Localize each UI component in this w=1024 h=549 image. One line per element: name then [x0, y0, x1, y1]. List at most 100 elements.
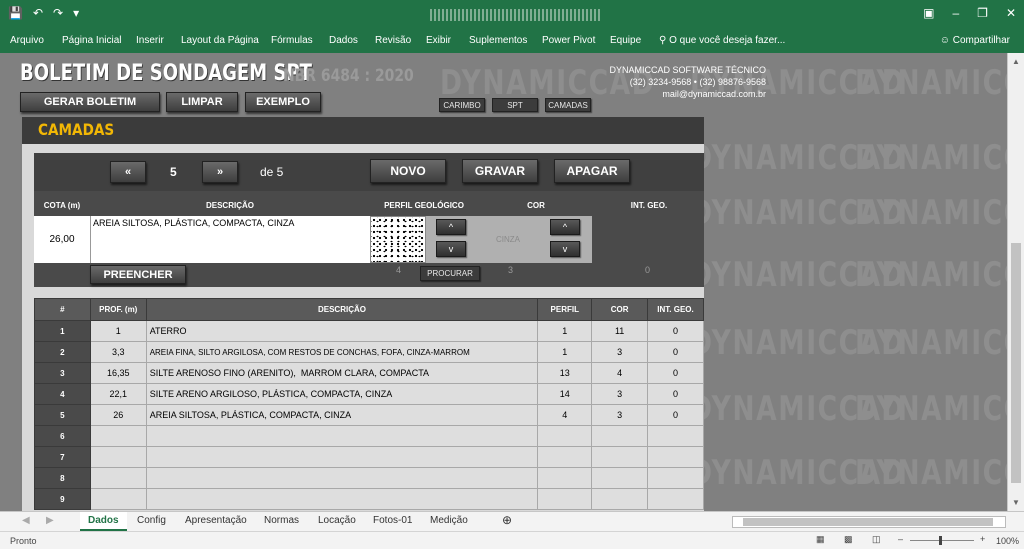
cell-prof[interactable]: 16,35	[89, 362, 147, 384]
int-geo-field[interactable]	[592, 216, 704, 263]
cell-int-geo[interactable]: 0	[647, 404, 704, 426]
cell-descricao[interactable]: ATERRO	[145, 320, 539, 342]
tab-dados[interactable]: Dados	[329, 35, 358, 46]
apagar-button[interactable]: APAGAR	[554, 159, 630, 183]
scroll-down-icon[interactable]: ▼	[1012, 498, 1020, 507]
cell-cor[interactable]: 3	[591, 404, 649, 426]
horizontal-scroll-thumb[interactable]	[743, 518, 993, 526]
carimbo-button[interactable]: CARIMBO	[439, 98, 485, 112]
cell-prof[interactable]: 3,3	[89, 341, 147, 363]
cell-perfil[interactable]: 13	[537, 362, 593, 384]
minimize-icon[interactable]: –	[952, 6, 959, 20]
table-row[interactable]: 1 1 ATERRO 1 11 0	[34, 320, 704, 342]
cell-prof[interactable]: 26	[89, 404, 147, 426]
next-record-button[interactable]: »	[202, 161, 238, 183]
zoom-slider-thumb[interactable]	[939, 536, 942, 545]
cell-descricao[interactable]	[145, 425, 539, 447]
cell-perfil[interactable]: 4	[537, 404, 593, 426]
sheet-tab-locacao[interactable]: Locação	[318, 515, 356, 526]
cell-prof[interactable]	[89, 425, 147, 447]
tab-exibir[interactable]: Exibir	[426, 35, 451, 46]
gravar-button[interactable]: GRAVAR	[462, 159, 538, 183]
cell-perfil[interactable]	[537, 446, 593, 468]
cell-descricao[interactable]	[145, 446, 539, 468]
prev-sheet-icon[interactable]: ◀	[22, 515, 30, 526]
limpar-button[interactable]: LIMPAR	[166, 92, 238, 112]
zoom-in-icon[interactable]: +	[980, 534, 985, 544]
exemplo-button[interactable]: EXEMPLO	[245, 92, 321, 112]
cell-cor[interactable]	[591, 467, 649, 489]
redo-icon[interactable]: ↷	[53, 6, 63, 20]
tab-inserir[interactable]: Inserir	[136, 35, 164, 46]
cell-perfil[interactable]	[537, 425, 593, 447]
cota-field[interactable]: 26,00	[34, 216, 90, 263]
cell-int-geo[interactable]	[647, 425, 704, 447]
tab-suplementos[interactable]: Suplementos	[469, 35, 527, 46]
tab-equipe[interactable]: Equipe	[610, 35, 641, 46]
cell-perfil[interactable]: 1	[537, 320, 593, 342]
cell-perfil[interactable]	[537, 488, 593, 510]
cell-descricao[interactable]: AREIA SILTOSA, PLÁSTICA, COMPACTA, CINZA	[145, 404, 539, 426]
cell-int-geo[interactable]	[647, 467, 704, 489]
share-button[interactable]: ☺ Compartilhar	[936, 33, 1014, 48]
cell-prof[interactable]: 22,1	[89, 383, 147, 405]
cell-perfil[interactable]: 14	[537, 383, 593, 405]
table-row[interactable]: 7	[34, 446, 704, 468]
procurar-button[interactable]: PROCURAR	[420, 266, 480, 281]
table-row[interactable]: 8	[34, 467, 704, 489]
table-row[interactable]: 9	[34, 488, 704, 510]
camadas-button[interactable]: CAMADAS	[545, 98, 591, 112]
page-break-view-icon[interactable]: ◫	[872, 534, 881, 545]
close-icon[interactable]: ✕	[1006, 6, 1016, 20]
table-row[interactable]: 5 26 AREIA SILTOSA, PLÁSTICA, COMPACTA, CI…	[34, 404, 704, 426]
cell-cor[interactable]: 11	[591, 320, 649, 342]
spt-button[interactable]: SPT	[492, 98, 538, 112]
sheet-tab-normas[interactable]: Normas	[264, 515, 299, 526]
table-row[interactable]: 4 22,1 SILTE ARENO ARGILOSO, PLÁSTICA, COM…	[34, 383, 704, 405]
cell-prof[interactable]: 1	[89, 320, 147, 342]
sheet-tab-fotos[interactable]: Fotos-01	[373, 515, 412, 526]
cell-cor[interactable]: 3	[591, 341, 649, 363]
save-icon[interactable]: 💾	[8, 6, 23, 20]
cell-perfil[interactable]: 1	[537, 341, 593, 363]
cell-cor[interactable]	[591, 446, 649, 468]
customize-icon[interactable]: ▾	[73, 6, 79, 20]
table-row[interactable]: 6	[34, 425, 704, 447]
zoom-out-icon[interactable]: –	[898, 534, 903, 544]
normal-view-icon[interactable]: ▦	[816, 534, 825, 545]
cell-descricao[interactable]: AREIA FINA, SILTO ARGILOSA, COM RESTOS D…	[145, 341, 539, 363]
zoom-level[interactable]: 100%	[996, 536, 1019, 546]
sheet-tab-apresentacao[interactable]: Apresentação	[185, 515, 247, 526]
cell-int-geo[interactable]: 0	[647, 341, 704, 363]
table-row[interactable]: 3 16,35 SILTE ARENOSO FINO (ARENITO), MARR…	[34, 362, 704, 384]
cor-up-button[interactable]: ^	[550, 219, 580, 235]
add-sheet-icon[interactable]: ⊕	[502, 513, 512, 527]
ribbon-display-icon[interactable]: ▣	[923, 6, 934, 20]
tab-power-pivot[interactable]: Power Pivot	[542, 35, 595, 46]
undo-icon[interactable]: ↶	[33, 6, 43, 20]
tell-me-search[interactable]: ⚲ O que você deseja fazer...	[659, 35, 785, 46]
restore-icon[interactable]: ❐	[977, 6, 988, 20]
scroll-up-icon[interactable]: ▲	[1012, 57, 1020, 66]
tab-arquivo[interactable]: Arquivo	[10, 35, 44, 46]
cell-cor[interactable]	[591, 488, 649, 510]
cell-perfil[interactable]	[537, 467, 593, 489]
descricao-field[interactable]: AREIA SILTOSA, PLÁSTICA, COMPACTA, CINZA	[90, 216, 370, 263]
gerar-boletim-button[interactable]: GERAR BOLETIM	[20, 92, 160, 112]
perfil-down-button[interactable]: v	[436, 241, 466, 257]
cell-prof[interactable]	[89, 446, 147, 468]
horizontal-scrollbar[interactable]	[732, 516, 1006, 528]
cell-descricao[interactable]: SILTE ARENOSO FINO (ARENITO), MARROM CLA…	[145, 362, 539, 384]
cell-int-geo[interactable]: 0	[647, 320, 704, 342]
cell-int-geo[interactable]	[647, 488, 704, 510]
vertical-scrollbar[interactable]: ▲ ▼	[1007, 53, 1024, 511]
cor-down-button[interactable]: v	[550, 241, 580, 257]
preencher-button[interactable]: PREENCHER	[90, 265, 186, 284]
tab-layout[interactable]: Layout da Página	[181, 35, 259, 46]
table-row[interactable]: 2 3,3 AREIA FINA, SILTO ARGILOSA, COM REST…	[34, 341, 704, 363]
sheet-tab-dados[interactable]: Dados	[80, 512, 127, 531]
cell-cor[interactable]	[591, 425, 649, 447]
tab-revisao[interactable]: Revisão	[375, 35, 411, 46]
cell-descricao[interactable]	[145, 488, 539, 510]
cell-int-geo[interactable]: 0	[647, 383, 704, 405]
